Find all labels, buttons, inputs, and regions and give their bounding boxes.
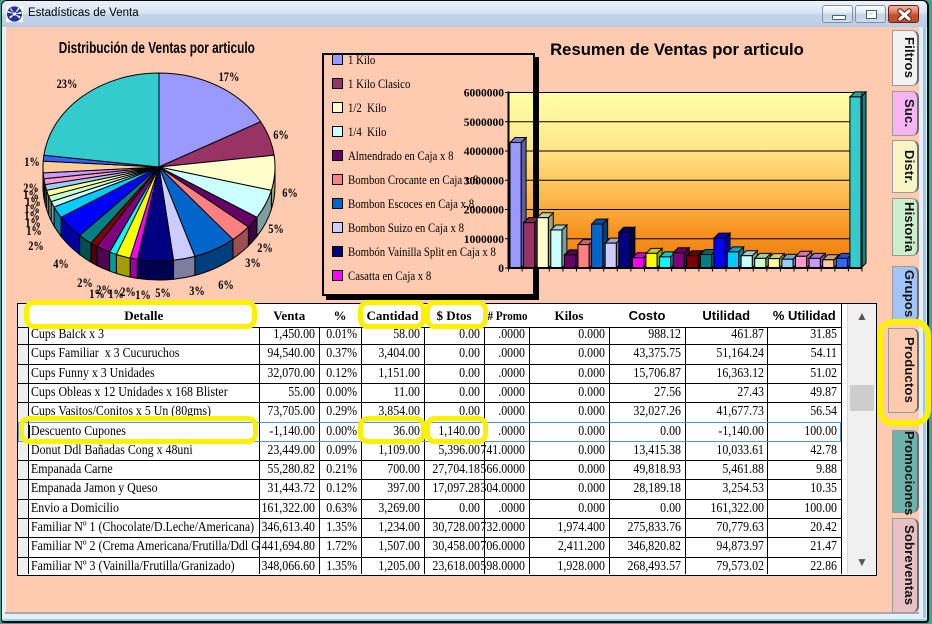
- svg-text:1%: 1%: [24, 155, 40, 169]
- svg-text:4%: 4%: [53, 257, 69, 271]
- svg-text:0: 0: [498, 263, 504, 275]
- svg-text:5%: 5%: [155, 286, 171, 300]
- svg-text:1000000: 1000000: [464, 234, 505, 246]
- svg-text:3%: 3%: [189, 284, 205, 298]
- svg-text:2%: 2%: [28, 239, 44, 253]
- svg-text:6%: 6%: [218, 278, 234, 292]
- svg-text:17%: 17%: [219, 70, 240, 84]
- svg-text:2%: 2%: [77, 276, 93, 290]
- svg-text:4000000: 4000000: [464, 146, 505, 158]
- svg-text:5%: 5%: [268, 222, 284, 236]
- svg-text:2%: 2%: [23, 181, 39, 195]
- svg-text:6000000: 6000000: [464, 88, 505, 100]
- svg-text:5000000: 5000000: [464, 117, 505, 129]
- svg-text:2000000: 2000000: [464, 205, 505, 217]
- svg-text:2%: 2%: [257, 241, 273, 255]
- svg-text:3000000: 3000000: [464, 175, 505, 187]
- svg-text:6%: 6%: [282, 186, 298, 200]
- svg-text:6%: 6%: [273, 128, 289, 142]
- svg-text:23%: 23%: [57, 77, 78, 91]
- svg-text:3%: 3%: [245, 256, 261, 270]
